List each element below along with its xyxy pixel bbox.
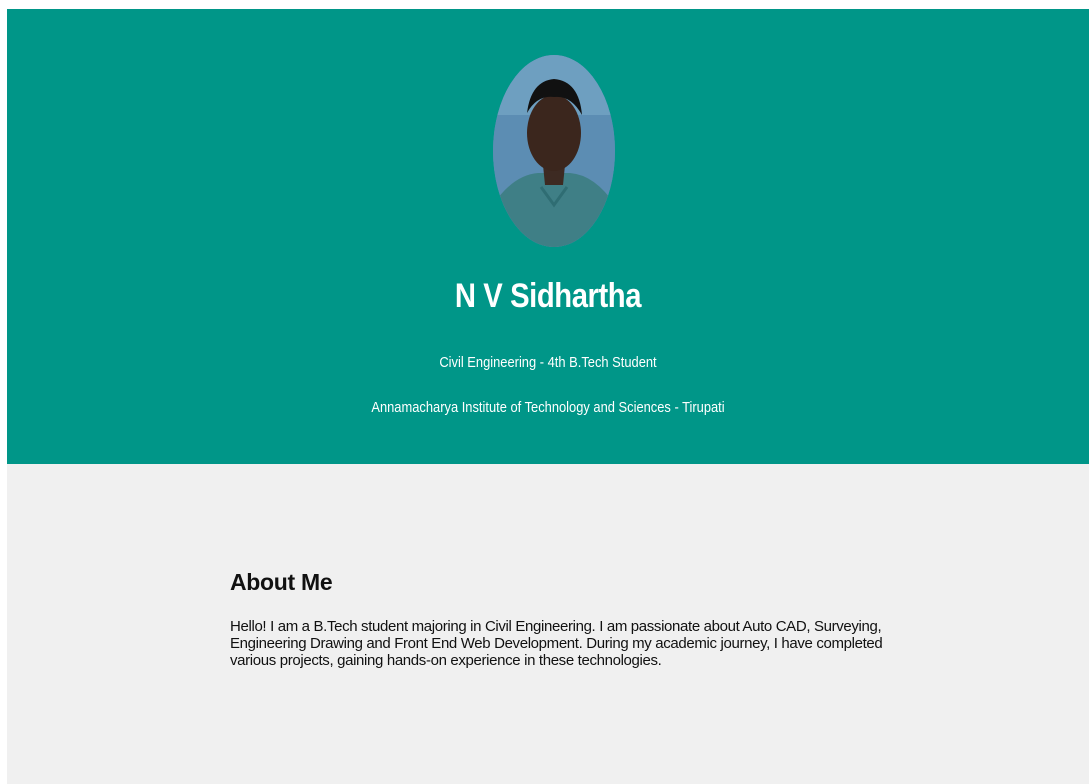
about-text: Hello! I am a B.Tech student majoring in… [230, 618, 883, 669]
profile-subtitle: Civil Engineering - 4th B.Tech Student [439, 354, 657, 371]
about-section: About Me Hello! I am a B.Tech student ma… [230, 569, 890, 669]
profile-institution: Annamacharya Institute of Technology and… [371, 399, 725, 416]
hero-header: N V Sidhartha Civil Engineering - 4th B.… [7, 9, 1089, 464]
profile-photo [493, 55, 615, 247]
page: N V Sidhartha Civil Engineering - 4th B.… [7, 9, 1089, 784]
about-title: About Me [230, 569, 333, 595]
profile-name: N V Sidhartha [454, 277, 642, 315]
